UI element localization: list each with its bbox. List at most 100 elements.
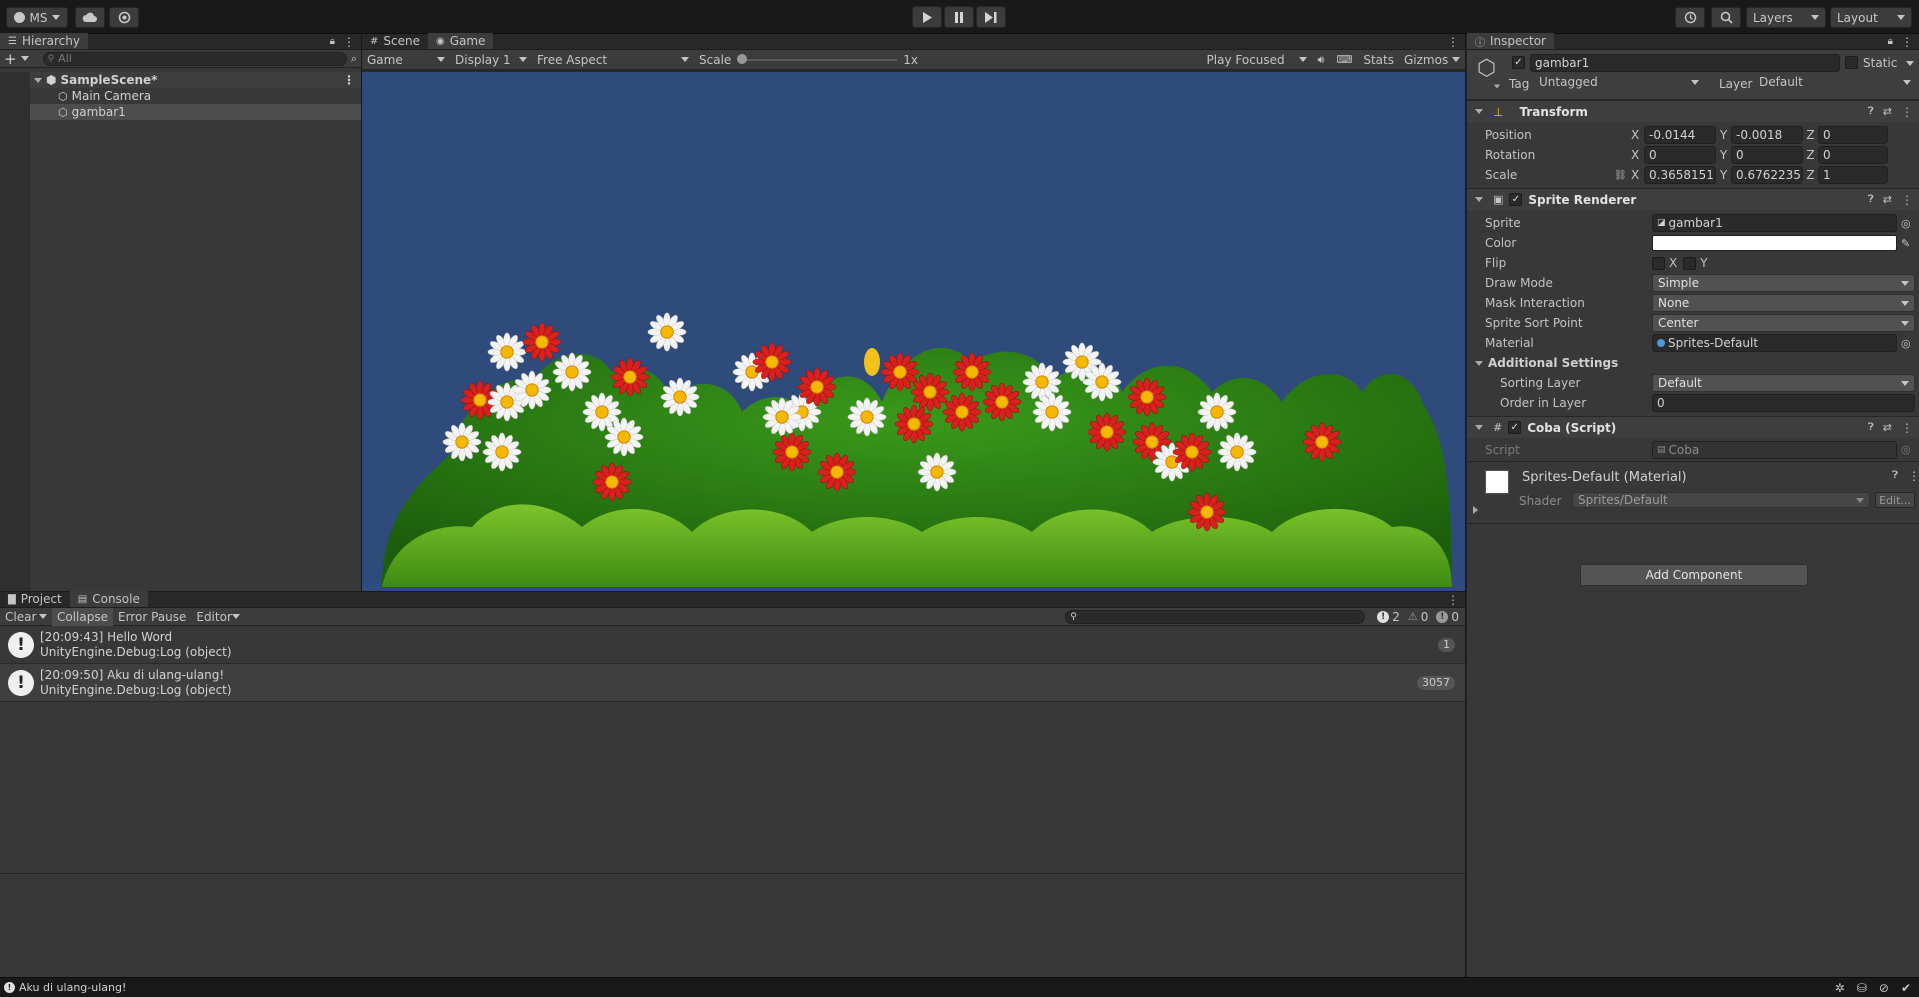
color-swatch[interactable] [1652,235,1897,251]
chevron-down-icon[interactable] [1475,109,1483,114]
log-entry[interactable]: ! [20:09:43] Hello Word UnityEngine.Debu… [0,626,1465,664]
position-y-field[interactable]: -0.0018 [1731,126,1803,144]
hierarchy-item-gambar1[interactable]: ⬡ gambar1 [30,104,361,120]
preset-icon[interactable]: ⇄ [1883,193,1892,206]
flip-y-checkbox[interactable] [1683,256,1697,270]
mute-audio-icon[interactable]: 🔊︎ [1312,53,1331,67]
aspect-dropdown[interactable]: Free Aspect [532,51,694,69]
pause-button[interactable] [944,6,974,28]
sprite-renderer-enabled-checkbox[interactable]: ✓ [1509,193,1523,206]
chevron-down-icon[interactable] [1475,197,1483,202]
rotation-x-field[interactable]: 0 [1644,146,1716,164]
shader-edit-button[interactable]: Edit... [1875,492,1915,508]
editor-dropdown[interactable]: Editor [191,608,240,626]
console-detail-divider[interactable] [0,873,1465,874]
material-object-field[interactable]: Sprites-Default [1652,334,1897,352]
error-pause-toggle[interactable]: Error Pause [113,610,191,624]
undo-history-button[interactable] [1675,7,1705,28]
chevron-down-icon[interactable] [1475,425,1483,430]
scale-y-field[interactable]: 0.6762235 [1731,166,1803,184]
kebab-menu-icon[interactable]: ⋮ [343,35,361,49]
position-z-field[interactable]: 0 [1818,126,1888,144]
chevron-right-icon[interactable] [1473,506,1478,514]
object-name-field[interactable]: gambar1 [1530,54,1840,72]
console-search-input[interactable]: ⚲ [1065,609,1366,624]
kebab-menu-icon[interactable]: ⋮ [1447,35,1465,49]
script-component-header[interactable]: # ✓ Coba (Script) ❓︎ ⇄ ⋮ [1467,416,1919,438]
preset-icon[interactable]: ⇄ [1883,421,1892,434]
info-filter-toggle[interactable]: ! 2 [1373,610,1404,624]
script-enabled-checkbox[interactable]: ✓ [1508,421,1522,434]
transform-header[interactable]: ⊥ Transform ❓︎ ⇄ ⋮ [1467,100,1919,122]
scene-row[interactable]: ⬢ SampleScene* ⋮ [30,72,361,88]
add-icon[interactable]: + [4,50,17,68]
cloud-button[interactable] [75,7,105,28]
disable-cache-icon[interactable]: ⊘ [1879,981,1889,995]
rotation-z-field[interactable]: 0 [1818,146,1888,164]
step-button[interactable] [976,6,1006,28]
tab-console[interactable]: ▤ Console [69,591,148,607]
kebab-menu-icon[interactable]: ⋮ [1901,193,1913,207]
tab-inspector[interactable]: ⓘ Inspector [1467,33,1554,49]
status-message[interactable]: Aku di ulang-ulang! [19,981,126,994]
active-checkbox[interactable]: ✓ [1512,56,1525,69]
collab-button[interactable] [109,7,139,28]
lock-icon[interactable]: 🔒︎ [330,36,343,47]
search-button[interactable] [1711,7,1741,28]
network-icon[interactable]: ⛁ [1857,981,1867,995]
tab-hierarchy[interactable]: ☰ Hierarchy [0,33,88,49]
scale-z-field[interactable]: 1 [1818,166,1888,184]
hierarchy-search-input[interactable]: ⚲ All [42,51,347,66]
static-checkbox[interactable] [1845,56,1858,69]
display-dropdown[interactable]: Display 1 [450,51,532,69]
help-icon[interactable]: ❓︎ [1868,194,1874,205]
game-viewport[interactable] [362,72,1465,591]
chevron-down-icon[interactable] [34,77,42,83]
checkmark-icon[interactable]: ✔ [1901,981,1911,995]
hierarchy-item-main-camera[interactable]: ⬡ Main Camera [30,88,361,104]
play-button[interactable] [912,6,942,28]
tab-project[interactable]: ▇ Project [0,591,70,607]
kebab-menu-icon[interactable]: ⋮ [1447,593,1465,607]
scale-slider-thumb[interactable] [737,53,748,64]
additional-settings-foldout[interactable]: Additional Settings [1467,353,1919,373]
warning-filter-toggle[interactable]: ⚠ 0 [1404,610,1433,624]
layers-dropdown[interactable]: Layers [1746,7,1826,28]
kebab-menu-icon[interactable]: ⋮ [1908,469,1919,483]
account-dropdown[interactable]: MS [6,7,68,28]
sort-point-dropdown[interactable]: Center [1652,314,1915,332]
order-in-layer-field[interactable]: 0 [1652,394,1915,412]
layer-dropdown[interactable]: Default [1755,74,1915,90]
object-picker-icon[interactable]: ◎ [1901,217,1911,230]
game-mode-dropdown[interactable]: Game [362,51,450,69]
eyedropper-icon[interactable]: ✎ [1901,237,1910,250]
help-icon[interactable]: ❓︎ [1868,106,1874,117]
object-picker-icon[interactable]: ◎ [1901,337,1911,350]
layout-dropdown[interactable]: Layout [1830,7,1912,28]
rotation-y-field[interactable]: 0 [1731,146,1803,164]
sorting-layer-dropdown[interactable]: Default [1652,374,1915,392]
chevron-down-icon[interactable] [1475,360,1483,366]
tab-game[interactable]: ◉ Game [427,33,494,49]
flip-x-checkbox[interactable] [1652,256,1665,270]
clear-dropdown[interactable]: Clear [0,608,52,626]
preset-icon[interactable]: ⇄ [1883,105,1892,118]
draw-mode-dropdown[interactable]: Simple [1652,274,1915,292]
error-filter-toggle[interactable]: ! 0 [1432,610,1465,624]
scale-slider[interactable] [737,53,898,66]
kebab-menu-icon[interactable]: ⋮ [1901,35,1919,49]
debug-bug-icon[interactable]: ✲ [1835,981,1845,995]
search-scene-icon[interactable]: ⌕ [351,52,357,66]
mask-interaction-dropdown[interactable]: None [1652,294,1915,312]
collapse-toggle[interactable]: Collapse [52,607,113,626]
tag-dropdown[interactable]: Untagged [1535,74,1703,90]
position-x-field[interactable]: -0.0144 [1644,126,1716,144]
kebab-menu-icon[interactable]: ⋮ [1901,105,1913,119]
log-entry[interactable]: ! [20:09:50] Aku di ulang-ulang! UnityEn… [0,664,1465,702]
sprite-object-field[interactable]: ◪ gambar1 [1652,214,1897,232]
keyboard-shortcuts-icon[interactable]: ⌨ [1330,53,1358,66]
scale-x-field[interactable]: 0.3658151 [1644,166,1716,184]
kebab-menu-icon[interactable]: ⋮ [1901,421,1913,435]
tab-scene[interactable]: # Scene [362,33,428,49]
shader-dropdown[interactable]: Sprites/Default [1572,492,1870,508]
